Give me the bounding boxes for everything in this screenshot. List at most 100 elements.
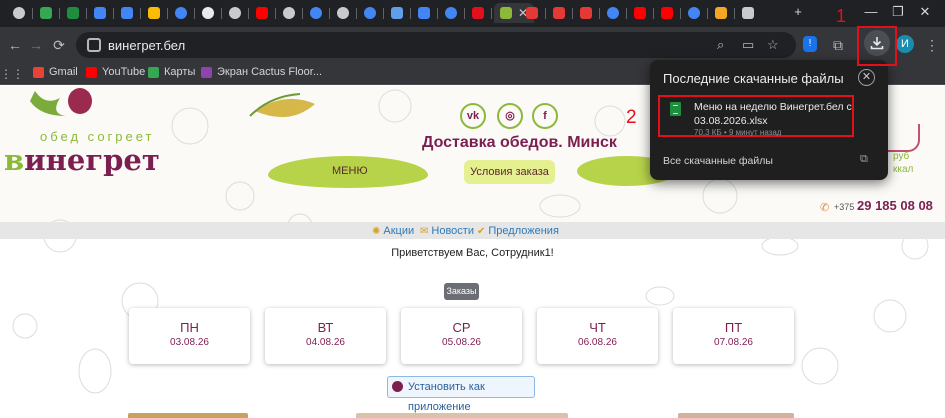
tab[interactable]: [332, 3, 354, 23]
tab-icon-warning: [472, 7, 484, 19]
extension-icon[interactable]: !: [803, 36, 817, 52]
site-info-icon[interactable]: [87, 38, 101, 52]
bookmark-gmail[interactable]: Gmail: [33, 66, 78, 78]
tab[interactable]: [8, 3, 30, 23]
vk-icon[interactable]: vk: [460, 103, 486, 129]
tab[interactable]: [413, 3, 435, 23]
day-card-thursday[interactable]: ЧТ 06.08.26: [537, 308, 658, 364]
install-app-button[interactable]: Установить как приложение: [387, 376, 535, 413]
tab-separator: [275, 8, 276, 19]
bookmark-maps[interactable]: Карты: [148, 66, 195, 78]
day-card-wednesday[interactable]: СР 05.08.26: [401, 308, 522, 364]
window-close-button[interactable]: ✕: [916, 4, 934, 20]
minimize-button[interactable]: —: [862, 4, 880, 19]
tab-icon-red-app: [553, 7, 565, 19]
tab[interactable]: [602, 3, 624, 23]
tab[interactable]: [305, 3, 327, 23]
tab-icon-youtube: [634, 7, 646, 19]
new-tab-button[interactable]: +: [789, 4, 807, 19]
address-bar[interactable]: винегрет.бел ⌕ ▭ ☆: [76, 32, 796, 58]
tab-separator: [59, 8, 60, 19]
day-card-monday[interactable]: ПН 03.08.26: [129, 308, 250, 364]
tab-separator: [329, 8, 330, 19]
tab-separator: [437, 8, 438, 19]
tab[interactable]: [89, 3, 111, 23]
day-date: 03.08.26: [170, 337, 209, 348]
link-offers[interactable]: ✔ Предложения: [477, 225, 559, 237]
tab-separator: [248, 8, 249, 19]
tab-icon-google: [688, 7, 700, 19]
promo-icon: ✺: [372, 225, 381, 237]
phone-number[interactable]: 29 185 08 08: [857, 198, 933, 213]
tab[interactable]: [224, 3, 246, 23]
restore-button[interactable]: ❐: [889, 4, 907, 20]
back-arrow-icon[interactable]: ←: [5, 36, 25, 54]
tab[interactable]: [62, 3, 84, 23]
tab[interactable]: [737, 3, 759, 23]
dish-thumbnail[interactable]: [128, 413, 248, 418]
tab[interactable]: [575, 3, 597, 23]
tab-icon-google: [607, 7, 619, 19]
profile-avatar[interactable]: И: [896, 35, 914, 53]
tab-separator: [167, 8, 168, 19]
welcome-message: Приветствуем Вас, Сотрудник1!: [391, 247, 554, 259]
extensions-puzzle-icon[interactable]: ⧉: [828, 36, 848, 54]
tab-separator: [626, 8, 627, 19]
day-card-friday[interactable]: ПТ 07.08.26: [673, 308, 794, 364]
facebook-icon[interactable]: f: [532, 103, 558, 129]
url-text[interactable]: винегрет.бел: [108, 38, 185, 53]
reload-icon[interactable]: ⟳: [49, 36, 69, 54]
tab[interactable]: [629, 3, 651, 23]
open-in-new-icon[interactable]: ⧉: [860, 153, 868, 166]
all-downloads-link[interactable]: Все скачанные файлы: [663, 155, 773, 167]
tab[interactable]: [251, 3, 273, 23]
tab[interactable]: [143, 3, 165, 23]
tab[interactable]: [440, 3, 462, 23]
tab-icon-docs: [418, 7, 430, 19]
menu-button[interactable]: МЕНЮ: [332, 165, 368, 177]
link-news[interactable]: ✉ Новости: [420, 225, 474, 237]
orders-badge[interactable]: Заказы: [444, 283, 479, 300]
tab[interactable]: [683, 3, 705, 23]
tab[interactable]: [197, 3, 219, 23]
tab-icon-vinegret: [499, 7, 512, 19]
site-logo[interactable]: винегрет: [4, 143, 160, 177]
tab[interactable]: [278, 3, 300, 23]
tab[interactable]: [710, 3, 732, 23]
tab[interactable]: [467, 3, 489, 23]
phone-prefix: +375: [834, 202, 855, 212]
instagram-icon[interactable]: ◎: [497, 103, 523, 129]
download-file-name[interactable]: Меню на неделю Винегрет.бел с 03.08.2026…: [694, 100, 854, 128]
cast-icon[interactable]: ▭: [742, 37, 754, 53]
more-menu-icon[interactable]: ⋮: [922, 36, 942, 54]
link-promotions[interactable]: ✺ Акции: [372, 225, 414, 237]
tab[interactable]: [521, 3, 543, 23]
bookmark-star-icon[interactable]: ☆: [767, 37, 779, 53]
tab[interactable]: [656, 3, 678, 23]
download-item[interactable]: Меню на неделю Винегрет.бел с 03.08.2026…: [658, 95, 854, 137]
close-icon[interactable]: ✕: [858, 69, 875, 86]
promo-link-bar: ✺ Акции ✉ Новости ✔ Предложения: [0, 222, 945, 239]
tab-strip: ✕ + — ❐ ✕: [0, 0, 945, 27]
tab[interactable]: [386, 3, 408, 23]
dish-thumbnail[interactable]: [678, 413, 794, 418]
tab-icon-globe: [229, 7, 241, 19]
cart-rub: руб: [893, 151, 910, 162]
zoom-search-icon[interactable]: ⌕: [717, 37, 724, 53]
tab[interactable]: [170, 3, 192, 23]
tab-separator: [194, 8, 195, 19]
bookmark-cactus[interactable]: Экран Cactus Floor...: [201, 66, 322, 78]
tab-icon-photos: [148, 7, 160, 19]
day-date: 05.08.26: [442, 337, 481, 348]
bookmark-youtube[interactable]: YouTube: [86, 66, 145, 78]
apps-grid-icon[interactable]: ⋮⋮: [0, 65, 24, 83]
tab[interactable]: [548, 3, 570, 23]
tab-icon-google: [175, 7, 187, 19]
tab[interactable]: [35, 3, 57, 23]
forward-arrow-icon[interactable]: →: [26, 36, 46, 54]
tab[interactable]: [359, 3, 381, 23]
order-conditions-button[interactable]: Условия заказа: [464, 160, 555, 184]
tab[interactable]: [116, 3, 138, 23]
day-card-tuesday[interactable]: ВТ 04.08.26: [265, 308, 386, 364]
dish-thumbnail[interactable]: [356, 413, 568, 418]
